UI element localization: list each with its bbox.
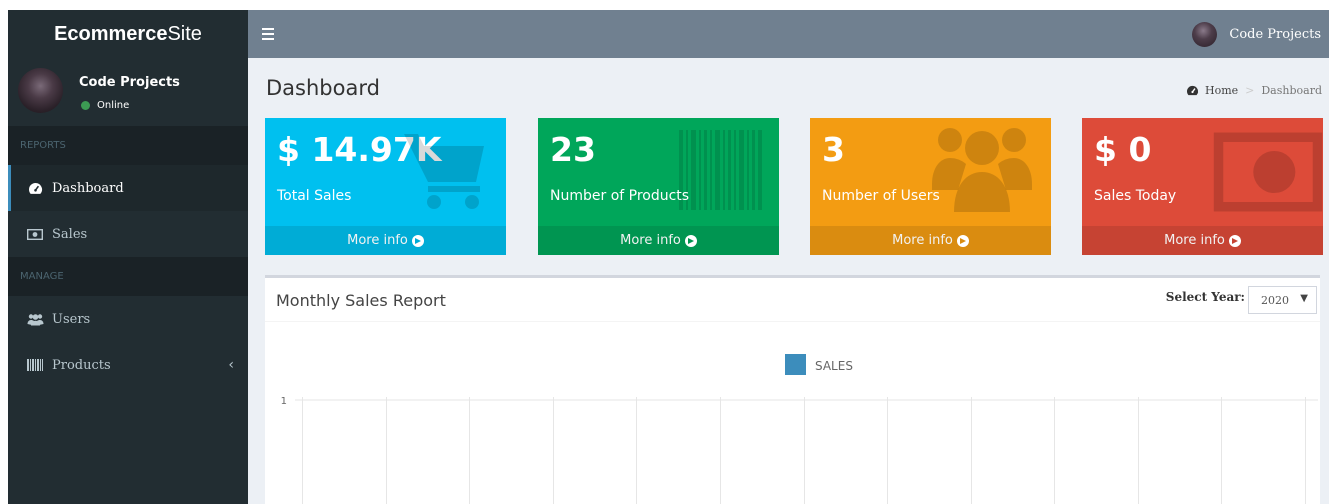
- money-icon: [26, 227, 44, 241]
- app-window: Ecommerce Site Code Projects Code Project…: [8, 10, 1329, 504]
- stat-value: $ 0: [1094, 130, 1152, 169]
- more-info-label: More info: [347, 233, 408, 248]
- sidebar-header-reports: REPORTS: [8, 126, 248, 165]
- stat-value: 3: [822, 130, 845, 169]
- legend-label: SALES: [815, 359, 853, 373]
- sidebar-item-label: Dashboard: [52, 180, 124, 196]
- users-icon: [26, 312, 44, 326]
- app-logo[interactable]: Ecommerce Site: [8, 10, 248, 58]
- more-info-link[interactable]: More info: [810, 226, 1051, 255]
- users-icon: [932, 128, 1032, 212]
- caret-down-icon: ▼: [1300, 293, 1308, 304]
- dashboard-icon: [26, 181, 44, 195]
- avatar: [18, 68, 63, 113]
- y-tick-label: 1: [281, 396, 287, 407]
- more-info-label: More info: [620, 233, 681, 248]
- select-year-label: Select Year:: [1165, 290, 1245, 304]
- breadcrumb: Home > Dashboard: [1186, 84, 1322, 97]
- sidebar-item-label: Sales: [52, 226, 88, 242]
- more-info-link[interactable]: More info: [265, 226, 506, 255]
- sidebar-user-name: Code Projects: [79, 75, 180, 90]
- more-info-label: More info: [1164, 233, 1225, 248]
- user-status: Online: [81, 100, 129, 111]
- arrow-circle-right-icon: [1228, 234, 1241, 247]
- chevron-left-icon: ‹: [228, 357, 234, 373]
- monthly-sales-report-box: Monthly Sales Report Select Year: 2020 ▼…: [265, 275, 1320, 504]
- sidebar-header-manage: MANAGE: [8, 257, 248, 296]
- sidebar-item-users[interactable]: Users: [8, 296, 248, 342]
- sales-chart: SALES 1: [281, 354, 1318, 504]
- sidebar-toggle-icon[interactable]: [262, 24, 274, 44]
- sidebar-item-label: Products: [52, 357, 111, 373]
- logo-bold-text: Ecommerce: [54, 22, 168, 45]
- sidebar-user-panel: Code Projects Online: [8, 58, 248, 126]
- stat-label: Number of Users: [822, 188, 940, 204]
- breadcrumb-home-label: Home: [1204, 84, 1239, 97]
- more-info-link[interactable]: More info: [538, 226, 779, 255]
- user-menu[interactable]: Code Projects: [1192, 21, 1321, 47]
- stat-label: Number of Products: [550, 188, 690, 204]
- arrow-circle-right-icon: [684, 234, 697, 247]
- top-navbar: Code Projects: [248, 10, 1329, 58]
- stat-label: Sales Today: [1094, 188, 1177, 204]
- stat-box-users: 3 Number of Users More info: [810, 118, 1051, 255]
- logo-text: Site: [167, 22, 202, 45]
- box-header: Monthly Sales Report Select Year: 2020 ▼: [265, 278, 1320, 322]
- stat-box-products: 23 Number of Products More info: [538, 118, 779, 255]
- box-title: Monthly Sales Report: [276, 291, 446, 310]
- user-status-text: Online: [97, 100, 130, 111]
- legend-swatch: [785, 354, 806, 375]
- stat-box-total-sales: $ 14.97K Total Sales More info: [265, 118, 506, 255]
- sidebar-item-sales[interactable]: Sales: [8, 211, 248, 257]
- header-user-name: Code Projects: [1229, 26, 1321, 42]
- barcode-icon: [26, 358, 44, 372]
- stat-value: 23: [550, 130, 596, 169]
- money-icon: [1213, 132, 1323, 212]
- header-avatar: [1192, 21, 1218, 47]
- sidebar-item-label: Users: [52, 311, 91, 327]
- dashboard-icon: [1186, 85, 1198, 96]
- year-select-value: 2020: [1261, 293, 1289, 307]
- breadcrumb-separator: >: [1245, 84, 1255, 97]
- more-info-label: More info: [892, 233, 953, 248]
- arrow-circle-right-icon: [956, 234, 969, 247]
- sidebar-item-dashboard[interactable]: Dashboard: [8, 165, 248, 211]
- sidebar: Code Projects Online REPORTS Dashboard S…: [8, 58, 248, 504]
- breadcrumb-home[interactable]: Home: [1186, 84, 1238, 97]
- stat-label: Total Sales: [277, 188, 352, 204]
- page-title: Dashboard: [266, 76, 380, 100]
- sidebar-item-products[interactable]: Products ‹: [8, 342, 248, 388]
- year-select[interactable]: 2020 ▼: [1248, 286, 1317, 314]
- shopping-cart-icon: [404, 134, 484, 209]
- arrow-circle-right-icon: [411, 234, 424, 247]
- online-status-icon: [81, 101, 90, 110]
- more-info-link[interactable]: More info: [1082, 226, 1323, 255]
- breadcrumb-current: Dashboard: [1261, 84, 1322, 97]
- stat-box-sales-today: $ 0 Sales Today More info: [1082, 118, 1323, 255]
